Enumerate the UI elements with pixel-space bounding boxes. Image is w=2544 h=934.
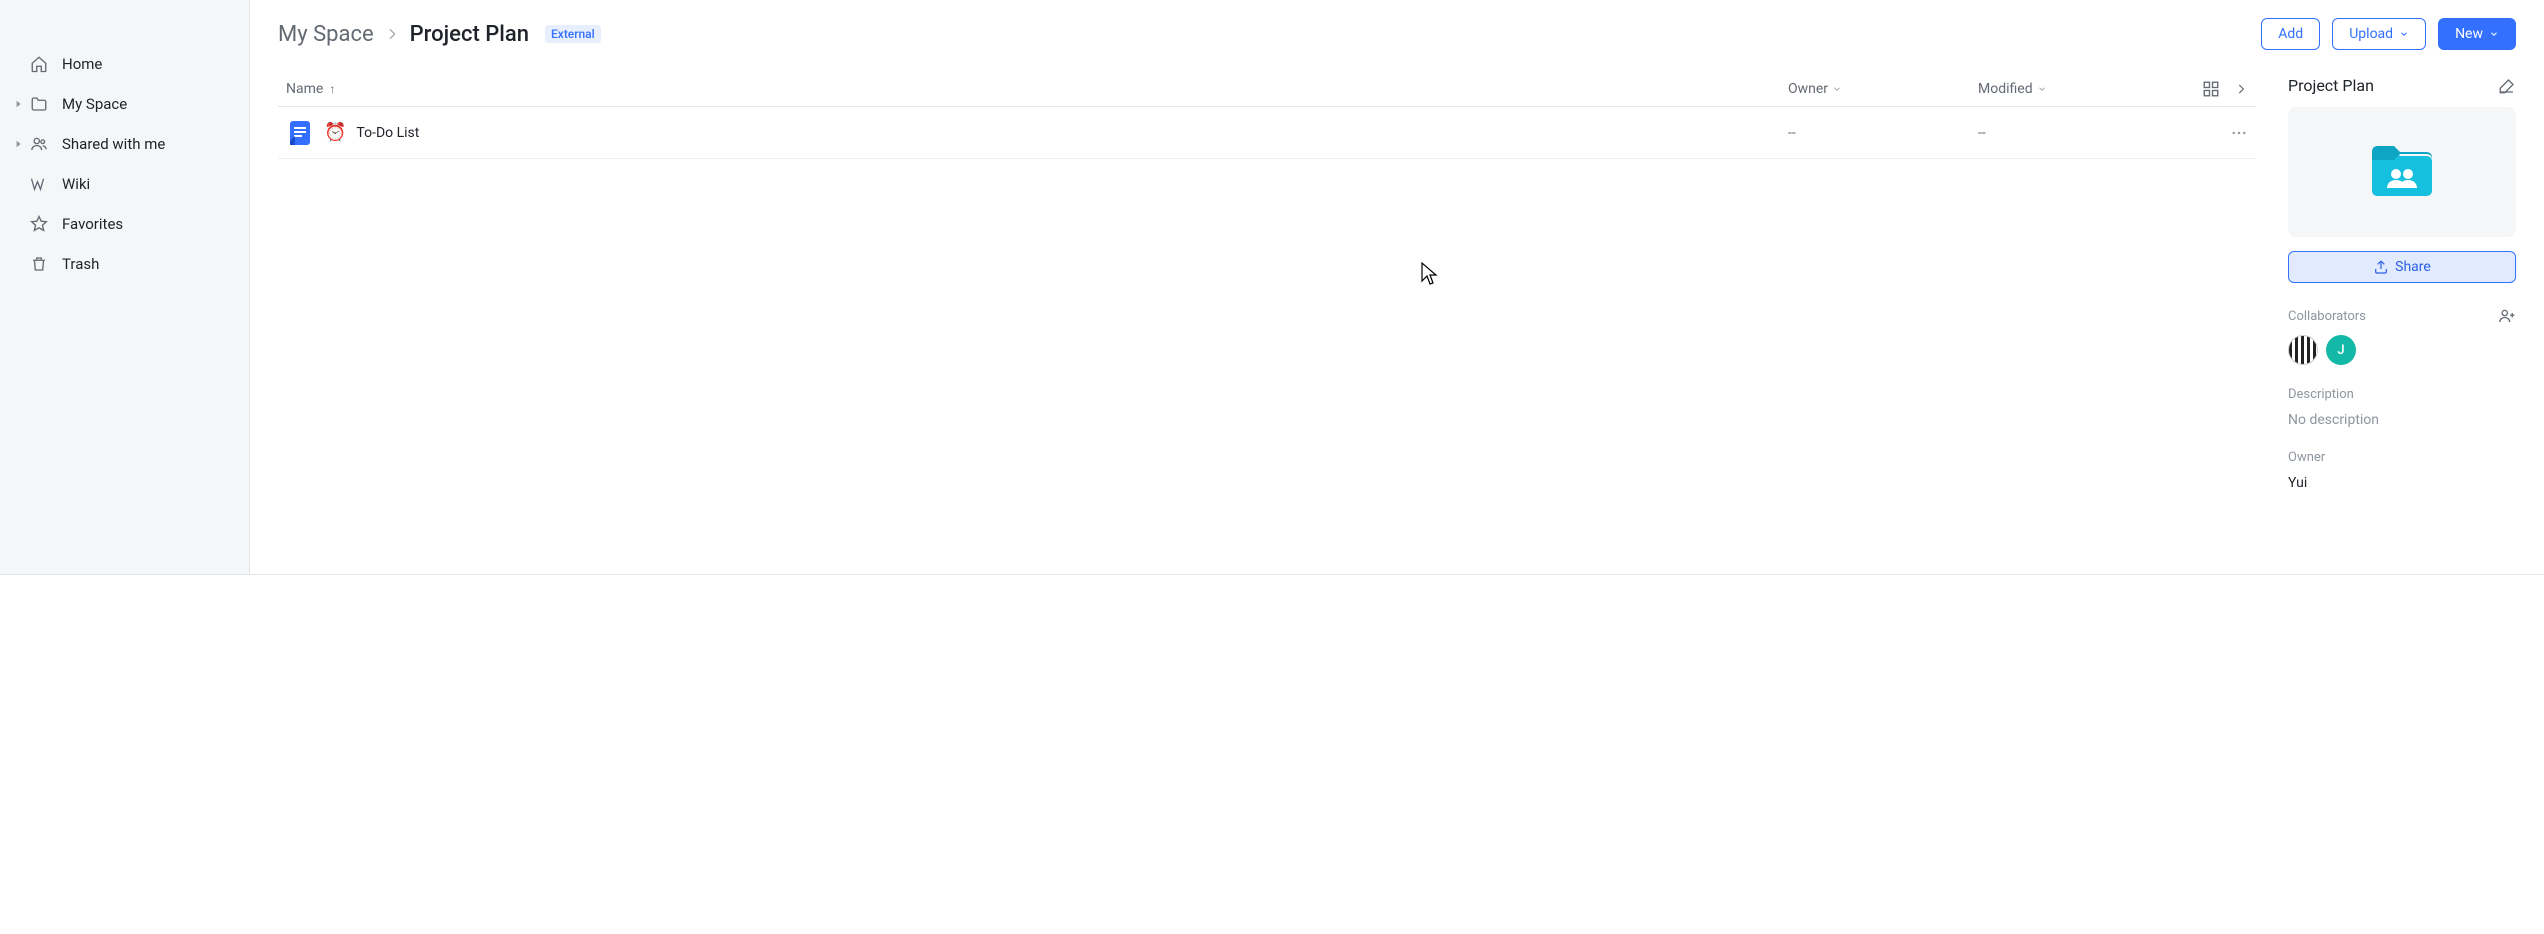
- detail-panel: Project Plan Share: [2284, 72, 2516, 491]
- grid-view-icon[interactable]: [2202, 80, 2220, 98]
- sidebar-label: Home: [62, 55, 102, 73]
- sort-ascending-icon: ↑: [329, 82, 335, 96]
- new-label: New: [2455, 26, 2483, 42]
- home-icon: [28, 55, 50, 73]
- row-more-icon[interactable]: [2178, 124, 2248, 142]
- description-label: Description: [2288, 387, 2516, 402]
- chevron-down-icon: [2489, 29, 2499, 39]
- chevron-down-icon: [2037, 84, 2047, 94]
- sidebar-item-favorites[interactable]: Favorites: [0, 204, 249, 244]
- list-header: Name ↑ Owner Modified: [278, 72, 2256, 107]
- row-name-text: To-Do List: [356, 125, 419, 141]
- collapse-panel-icon[interactable]: [2234, 82, 2248, 96]
- add-collaborator-icon[interactable]: [2498, 307, 2516, 325]
- document-icon: [286, 119, 314, 147]
- add-label: Add: [2278, 26, 2303, 42]
- collaborators-label: Collaborators: [2288, 307, 2516, 325]
- table-row[interactable]: ⏰ To-Do List -- --: [278, 107, 2256, 159]
- caret-icon[interactable]: [14, 100, 24, 108]
- alarm-clock-icon: ⏰: [324, 122, 346, 143]
- folder-preview: [2288, 107, 2516, 237]
- sidebar-label: Favorites: [62, 215, 123, 233]
- shared-folder-icon: [2370, 146, 2434, 198]
- col-name-label: Name: [286, 81, 323, 97]
- add-button[interactable]: Add: [2261, 18, 2320, 50]
- detail-title: Project Plan: [2288, 76, 2374, 95]
- row-owner: --: [1788, 125, 1978, 141]
- sidebar-item-home[interactable]: Home: [0, 44, 249, 84]
- col-modified-label: Modified: [1978, 81, 2033, 97]
- breadcrumb: My Space Project Plan External: [278, 22, 601, 47]
- owner-label: Owner: [2288, 450, 2516, 465]
- people-icon: [28, 135, 50, 153]
- file-list: Name ↑ Owner Modified: [278, 72, 2256, 491]
- avatar[interactable]: [2288, 335, 2318, 365]
- breadcrumb-current: Project Plan: [410, 22, 529, 47]
- sidebar-label: Wiki: [62, 175, 90, 193]
- folder-icon: [28, 95, 50, 113]
- trash-icon: [28, 255, 50, 273]
- chevron-right-icon: [384, 26, 400, 42]
- avatar[interactable]: J: [2326, 335, 2356, 365]
- sidebar-label: Shared with me: [62, 135, 165, 153]
- collaborator-avatars: J: [2288, 335, 2516, 365]
- column-header-owner[interactable]: Owner: [1788, 81, 1978, 97]
- sidebar-item-my-space[interactable]: My Space: [0, 84, 249, 124]
- sidebar-label: My Space: [62, 95, 127, 113]
- footer-blank: [0, 574, 2544, 934]
- column-header-name[interactable]: Name ↑: [286, 81, 1788, 97]
- top-bar: My Space Project Plan External Add Uploa…: [278, 18, 2516, 50]
- edit-icon[interactable]: [2498, 77, 2516, 95]
- sidebar-label: Trash: [62, 255, 99, 273]
- wiki-icon: [28, 175, 50, 193]
- upload-label: Upload: [2349, 26, 2393, 42]
- breadcrumb-root[interactable]: My Space: [278, 22, 374, 47]
- col-owner-label: Owner: [1788, 81, 1828, 97]
- sidebar-item-trash[interactable]: Trash: [0, 244, 249, 284]
- chevron-down-icon: [1832, 84, 1842, 94]
- external-badge: External: [545, 25, 601, 43]
- caret-icon[interactable]: [14, 140, 24, 148]
- row-modified: --: [1978, 125, 2178, 141]
- chevron-down-icon: [2399, 29, 2409, 39]
- owner-value: Yui: [2288, 475, 2516, 491]
- column-header-modified[interactable]: Modified: [1978, 81, 2178, 97]
- star-icon: [28, 215, 50, 233]
- description-value: No description: [2288, 412, 2516, 428]
- sidebar-item-wiki[interactable]: Wiki: [0, 164, 249, 204]
- share-label: Share: [2395, 259, 2431, 275]
- action-buttons: Add Upload New: [2261, 18, 2516, 50]
- share-button[interactable]: Share: [2288, 251, 2516, 283]
- share-icon: [2373, 259, 2389, 275]
- new-button[interactable]: New: [2438, 18, 2516, 50]
- sidebar-item-shared[interactable]: Shared with me: [0, 124, 249, 164]
- upload-button[interactable]: Upload: [2332, 18, 2426, 50]
